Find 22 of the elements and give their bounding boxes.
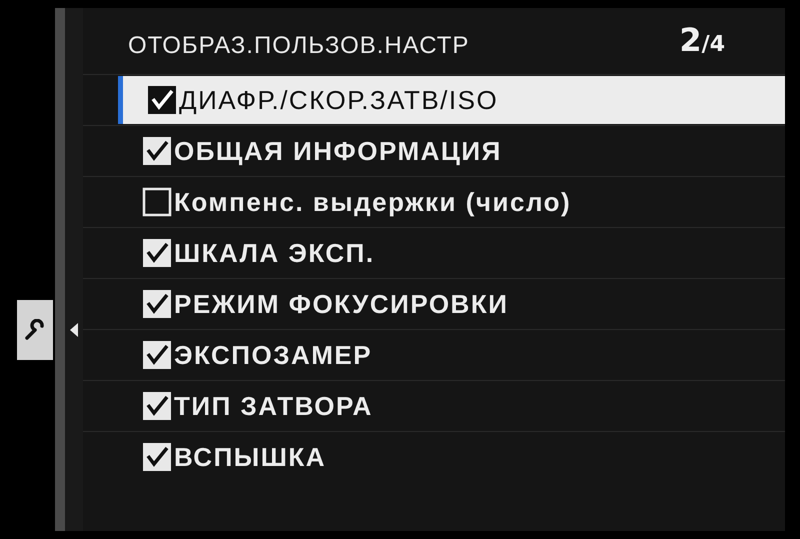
wrench-icon	[24, 318, 46, 340]
checked-checkbox-icon[interactable]	[142, 442, 172, 472]
left-arrow-icon	[69, 322, 79, 338]
menu-item[interactable]: ОБЩАЯ ИНФОРМАЦИЯ	[118, 126, 785, 176]
menu-item[interactable]: Компенс. выдержки (число)	[118, 177, 785, 227]
menu-item[interactable]: ШКАЛА ЭКСП.	[118, 228, 785, 278]
checked-checkbox-icon[interactable]	[142, 289, 172, 319]
checked-checkbox-icon[interactable]	[142, 391, 172, 421]
page-total: /4	[702, 31, 725, 59]
menu-title: ОТОБРАЗ.ПОЛЬЗОВ.НАСТР	[128, 31, 470, 61]
menu-item[interactable]: ТИП ЗАТВОРА	[118, 381, 785, 431]
menu-item[interactable]: ЭКСПОЗАМЕР	[118, 330, 785, 380]
page-number: 2	[679, 20, 702, 61]
menu-item[interactable]: ВСПЫШКА	[118, 432, 785, 482]
checked-checkbox-icon[interactable]	[142, 340, 172, 370]
checked-checkbox-icon[interactable]	[142, 238, 172, 268]
checked-checkbox-icon[interactable]	[142, 136, 172, 166]
menu-item[interactable]: ДИАФР./СКОР.ЗАТВ/ISO	[118, 76, 785, 124]
checked-checkbox-icon[interactable]	[147, 85, 177, 115]
unchecked-checkbox-icon[interactable]	[142, 187, 172, 217]
settings-tab[interactable]	[17, 300, 53, 360]
menu-item[interactable]: РЕЖИМ ФОКУСИРОВКИ	[118, 279, 785, 329]
